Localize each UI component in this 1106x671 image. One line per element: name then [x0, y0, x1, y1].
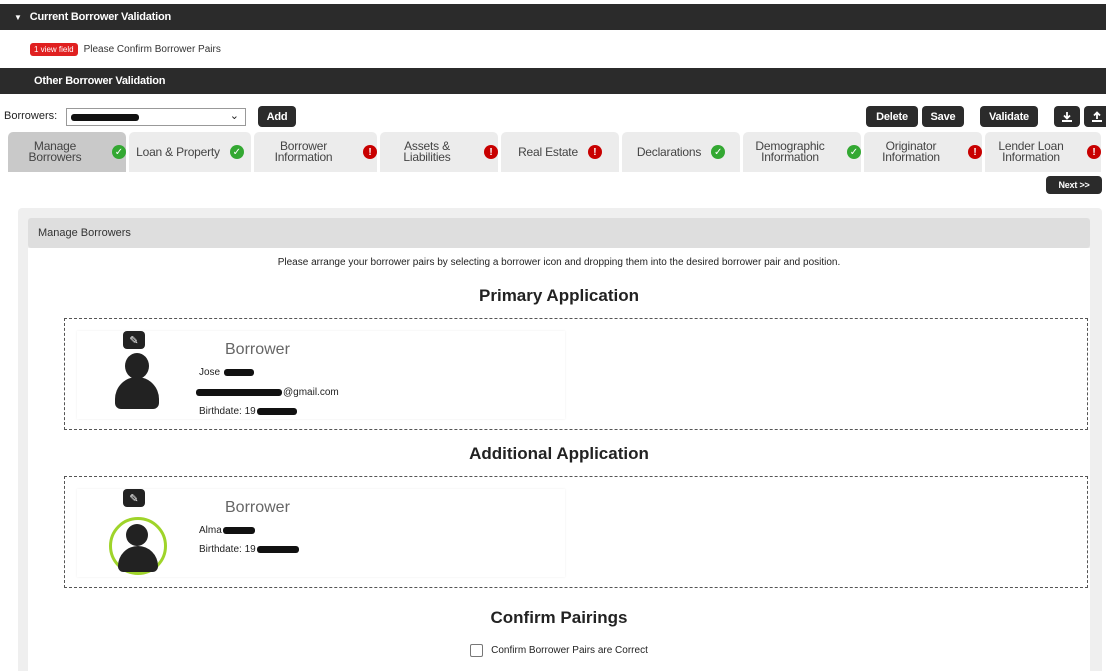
- current-validation-bar[interactable]: ▼ Current Borrower Validation: [0, 4, 1106, 30]
- tab-real-estate[interactable]: Real Estate !: [501, 132, 619, 172]
- tab-label: Loan & Property: [136, 144, 220, 159]
- edit-icon[interactable]: ✎: [123, 489, 145, 507]
- tab-demographic-information[interactable]: Demographic Information ✓: [743, 132, 861, 172]
- confirm-label[interactable]: Confirm Borrower Pairs are Correct: [491, 645, 648, 656]
- tab-declarations[interactable]: Declarations ✓: [622, 132, 740, 172]
- tab-label: Borrower Information: [274, 139, 333, 164]
- error-icon: !: [968, 145, 982, 159]
- additional-application-title: Additional Application: [469, 444, 649, 463]
- tab-label: Demographic Information: [755, 139, 825, 164]
- check-icon: ✓: [229, 145, 244, 159]
- borrower-card[interactable]: ✎ Borrower Alma Birthdate: 19: [77, 489, 565, 577]
- borrower-name: Jose: [199, 367, 255, 378]
- upload-icon: [1092, 110, 1102, 122]
- check-icon: ✓: [847, 145, 861, 159]
- error-icon: !: [363, 145, 377, 159]
- primary-application-title: Primary Application: [479, 286, 639, 305]
- validation-row: 1 view field Please Confirm Borrower Pai…: [30, 34, 221, 64]
- tab-label: Assets & Liabilities: [403, 139, 451, 164]
- save-button[interactable]: Save: [922, 106, 964, 127]
- chevron-down-icon: ⌄: [229, 110, 239, 122]
- tab-label: Manage Borrowers: [28, 139, 82, 164]
- tab-bar: Manage Borrowers ✓ Loan & Property ✓ Bor…: [8, 132, 1106, 172]
- error-icon: !: [484, 145, 498, 159]
- person-icon-selected[interactable]: [109, 517, 167, 575]
- tab-label: Declarations: [636, 144, 702, 159]
- confirm-row: Confirm Borrower Pairs are Correct: [28, 644, 1090, 657]
- confirm-checkbox[interactable]: [470, 644, 484, 657]
- redacted-borrower-name: [71, 114, 139, 121]
- tab-lender-loan-information[interactable]: Lender Loan Information !: [985, 132, 1101, 172]
- check-icon: ✓: [711, 145, 726, 159]
- error-badge[interactable]: 1 view field: [30, 42, 78, 56]
- borrower-select[interactable]: ⌄: [66, 108, 246, 126]
- validation-message: Please Confirm Borrower Pairs: [83, 43, 221, 55]
- person-icon[interactable]: [113, 353, 161, 415]
- toolbar: Borrowers: ⌄ Add Delete Save Validate: [0, 106, 1106, 128]
- borrowers-label: Borrowers:: [4, 110, 58, 122]
- add-button[interactable]: Add: [258, 106, 296, 127]
- delete-button[interactable]: Delete: [866, 106, 918, 127]
- tab-loan-property[interactable]: Loan & Property ✓: [129, 132, 251, 172]
- manage-borrowers-panel: Manage Borrowers Please arrange your bor…: [18, 208, 1102, 671]
- instructions: Please arrange your borrower pairs by se…: [277, 257, 841, 268]
- upload-button[interactable]: [1084, 106, 1106, 127]
- current-validation-title: Current Borrower Validation: [29, 11, 172, 23]
- borrower-card[interactable]: ✎ Borrower Jose @gmail.com Birthdate: 19: [77, 331, 565, 419]
- other-validation-bar[interactable]: Other Borrower Validation: [0, 68, 1106, 94]
- borrower-email: @gmail.com: [195, 387, 339, 398]
- tab-borrower-information[interactable]: Borrower Information !: [254, 132, 377, 172]
- next-button[interactable]: Next >>: [1046, 176, 1102, 194]
- tab-assets-liabilities[interactable]: Assets & Liabilities !: [380, 132, 498, 172]
- download-button[interactable]: [1054, 106, 1080, 127]
- panel-body: Please arrange your borrower pairs by se…: [28, 248, 1090, 671]
- tab-label: Real Estate: [518, 144, 578, 159]
- borrower-birthdate: Birthdate: 19: [199, 406, 298, 417]
- primary-application-dropzone[interactable]: ✎ Borrower Jose @gmail.com Birthdate: 19: [64, 318, 1088, 430]
- error-icon: !: [587, 145, 602, 159]
- download-icon: [1062, 111, 1072, 122]
- other-validation-title: Other Borrower Validation: [34, 75, 166, 87]
- borrower-birthdate: Birthdate: 19: [199, 544, 300, 555]
- tab-label: Lender Loan Information: [998, 139, 1064, 164]
- check-icon: ✓: [112, 145, 126, 159]
- tab-manage-borrowers[interactable]: Manage Borrowers ✓: [8, 132, 126, 172]
- tab-label: Originator Information: [882, 139, 940, 164]
- caret-down-icon: ▼: [14, 12, 22, 22]
- additional-application-dropzone[interactable]: ✎ Borrower Alma Birthdate: 19: [64, 476, 1088, 588]
- error-icon: !: [1087, 145, 1101, 159]
- panel-header: Manage Borrowers: [28, 218, 1090, 248]
- borrower-role: Borrower: [225, 499, 290, 516]
- edit-icon[interactable]: ✎: [123, 331, 145, 349]
- borrower-name: Alma: [199, 525, 256, 536]
- borrower-role: Borrower: [225, 341, 290, 358]
- confirm-pairings-title: Confirm Pairings: [490, 608, 628, 627]
- validate-button[interactable]: Validate: [980, 106, 1038, 127]
- tab-originator-information[interactable]: Originator Information !: [864, 132, 982, 172]
